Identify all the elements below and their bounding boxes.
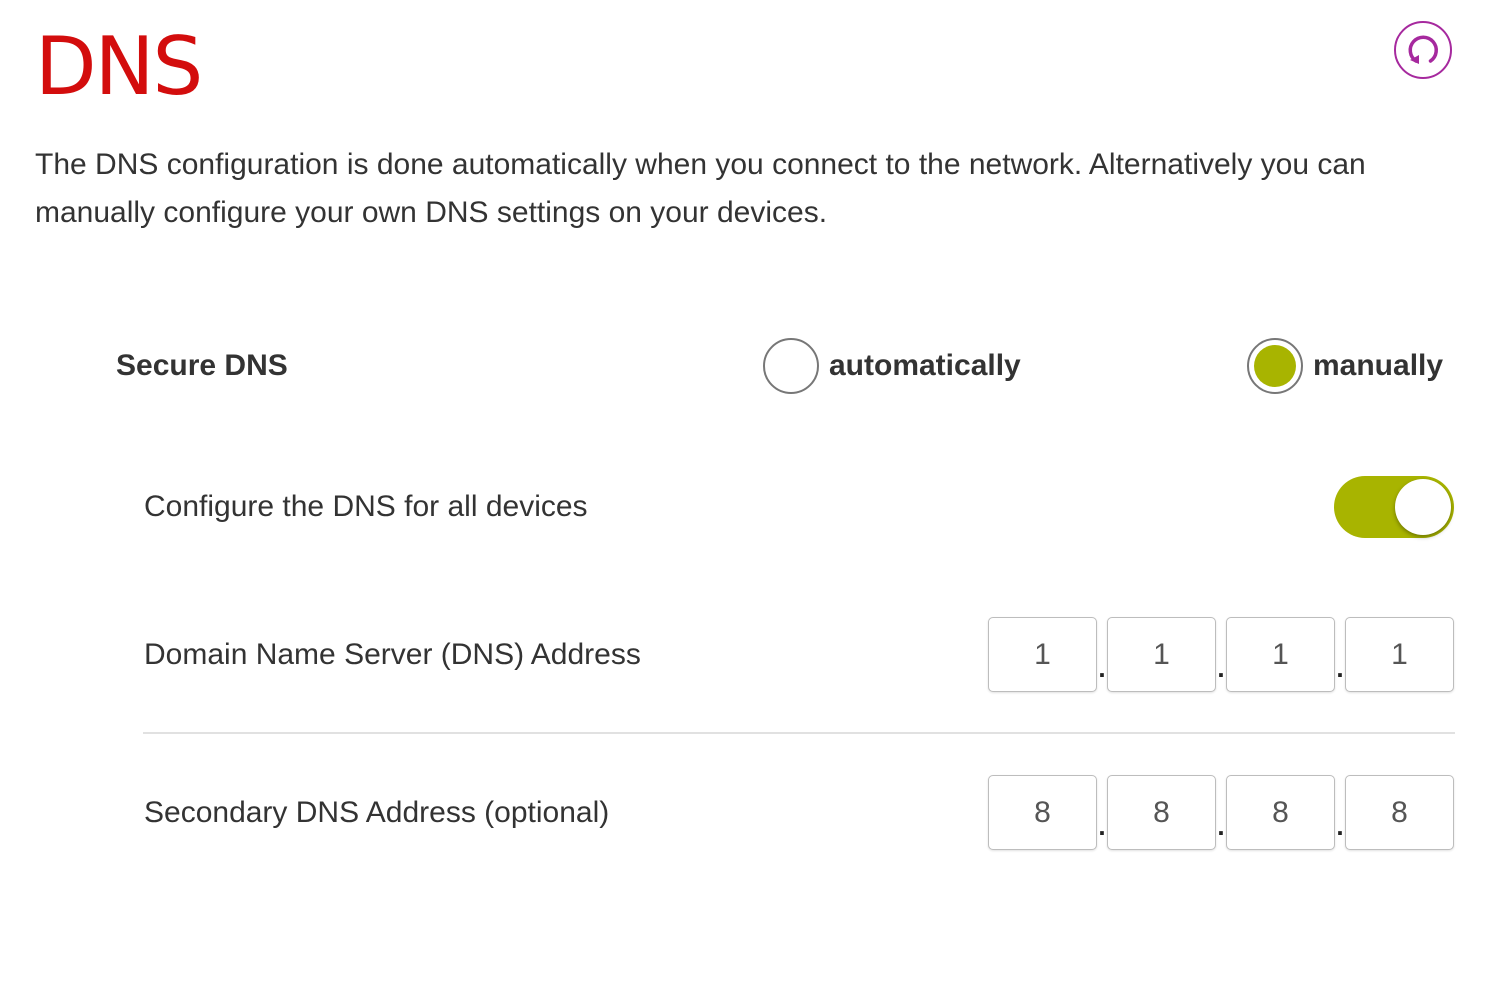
ip-separator: . [1336, 653, 1344, 683]
ip-separator: . [1217, 811, 1225, 841]
ip-separator: . [1336, 811, 1344, 841]
secondary-dns-octet-2[interactable] [1107, 775, 1216, 850]
refresh-icon [1408, 35, 1438, 64]
page-title: DNS [35, 20, 203, 113]
page-description: The DNS configuration is done automatica… [35, 148, 1366, 229]
primary-dns-octet-3[interactable] [1226, 617, 1335, 692]
radio-automatically[interactable]: automatically [763, 338, 1021, 394]
radio-manually-label: manually [1313, 349, 1444, 382]
secondary-dns-label: Secondary DNS Address (optional) [144, 796, 610, 829]
primary-dns-octet-4[interactable] [1345, 617, 1454, 692]
row-divider [143, 732, 1455, 734]
radio-automatically-label: automatically [829, 349, 1021, 382]
ip-separator: . [1098, 811, 1106, 841]
primary-dns-label: Domain Name Server (DNS) Address [144, 638, 641, 671]
configure-all-label: Configure the DNS for all devices [144, 490, 588, 523]
secondary-dns-octet-3[interactable] [1226, 775, 1335, 850]
ip-separator: . [1217, 653, 1225, 683]
primary-dns-address: . . . [988, 617, 1454, 692]
radio-manually-circle[interactable] [1247, 338, 1303, 394]
radio-manually[interactable]: manually [1247, 338, 1443, 394]
primary-dns-octet-2[interactable] [1107, 617, 1216, 692]
radio-automatically-circle[interactable] [763, 338, 819, 394]
primary-dns-octet-1[interactable] [988, 617, 1097, 692]
ip-separator: . [1098, 653, 1106, 683]
secondary-dns-octet-1[interactable] [988, 775, 1097, 850]
secondary-dns-address: . . . [988, 775, 1454, 850]
refresh-button[interactable] [1394, 21, 1452, 79]
secure-dns-label: Secure DNS [116, 349, 288, 382]
secondary-dns-octet-4[interactable] [1345, 775, 1454, 850]
configure-all-toggle[interactable] [1334, 476, 1454, 538]
toggle-knob [1395, 479, 1451, 535]
